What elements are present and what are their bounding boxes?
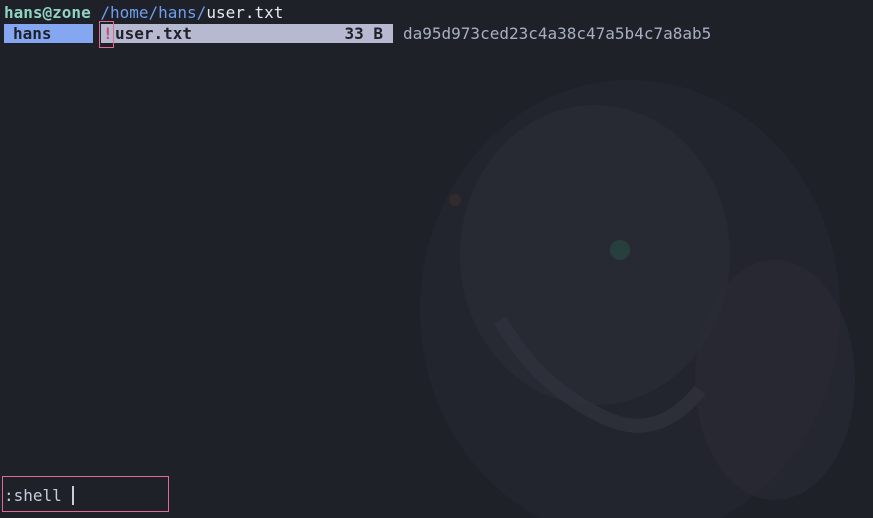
command-line-input[interactable]: :shell	[4, 486, 75, 506]
mark-highlight-box	[99, 21, 114, 48]
file-row-name: user.txt	[115, 24, 193, 43]
path-header: hans@zone /home/hans/user.txt	[4, 3, 283, 23]
text-cursor	[72, 486, 75, 505]
file-row-size: 33 B	[344, 24, 383, 43]
user-host: hans@zone	[4, 3, 91, 22]
parent-directory-entry[interactable]: hans	[4, 24, 93, 43]
parent-directory-label: hans	[13, 24, 52, 43]
selected-file-name: user.txt	[206, 3, 284, 22]
wallpaper-artwork	[420, 80, 855, 518]
file-list-row-selected[interactable]: ! user.txt 33 B	[101, 24, 393, 43]
command-line-text: :shell	[4, 486, 72, 505]
current-directory-path: /home/hans/	[100, 3, 207, 22]
file-preview-content: da95d973ced23c4a38c47a5b4c7a8ab5	[403, 24, 712, 43]
